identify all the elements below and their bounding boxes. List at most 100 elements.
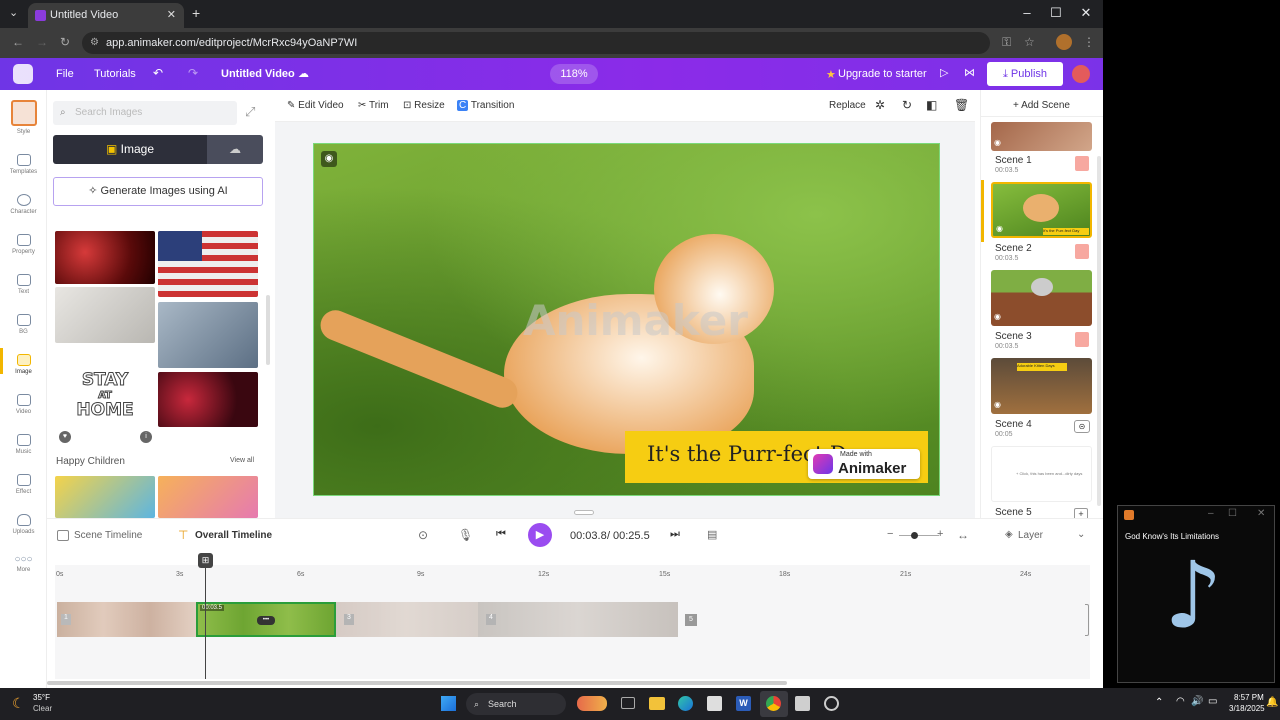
file-explorer-icon[interactable] — [649, 697, 665, 710]
notifications-icon[interactable]: 🔔 — [1266, 697, 1278, 708]
scene-timeline-tab[interactable]: Scene Timeline — [74, 530, 142, 541]
transition-button[interactable]: C Transition — [457, 100, 514, 111]
timeline-end-handle[interactable] — [1085, 604, 1089, 636]
trim-button[interactable]: ✂ Trim — [358, 100, 389, 111]
password-key-icon[interactable]: ⚿ — [1002, 35, 1011, 50]
expand-icon[interactable]: ⤢ — [245, 104, 255, 120]
media-player-icon[interactable] — [795, 696, 810, 711]
rail-item-property[interactable]: Property — [0, 234, 47, 255]
zoom-in-icon[interactable]: + — [937, 528, 943, 540]
close-tab-icon[interactable]: ✕ — [167, 3, 176, 28]
windows-start-icon[interactable] — [441, 696, 456, 711]
file-menu[interactable]: File — [56, 68, 74, 80]
browser-menu-icon[interactable]: ⋮ — [1083, 35, 1095, 49]
next-icon[interactable]: ⏭ — [670, 528, 680, 541]
url-field[interactable]: ⚙ app.animaker.com/editproject/McrRxc94y… — [82, 32, 990, 54]
animaker-logo-icon[interactable] — [13, 64, 33, 84]
rail-item-style[interactable]: Style — [0, 100, 47, 135]
mic-icon[interactable]: 🎙 — [458, 528, 473, 542]
reload-icon[interactable]: ↻ — [60, 35, 70, 49]
replace-button[interactable]: Replace — [829, 100, 866, 111]
overall-timeline-tab[interactable]: Overall Timeline — [195, 530, 272, 541]
timeline-h-scrollbar[interactable] — [47, 681, 787, 685]
volume-icon[interactable]: 🔊 — [1191, 696, 1203, 707]
chevron-down-icon[interactable]: ⌄ — [1077, 529, 1085, 540]
screenshot-icon[interactable]: ⊙ — [418, 528, 428, 542]
rail-item-bg[interactable]: BG — [0, 314, 47, 335]
scene-5-thumb[interactable]: + Click, this has been and...dirty days — [991, 446, 1092, 502]
video-canvas[interactable]: Animaker ◉ It's the Purr-fect Day Made w… — [313, 143, 940, 496]
clip-options-icon[interactable]: ••• — [257, 616, 275, 625]
image-thumb-stay-home[interactable]: STAY AT HOME — [55, 363, 155, 429]
fit-width-icon[interactable]: ↔ — [957, 528, 969, 542]
rail-item-video[interactable]: Video — [0, 394, 47, 415]
user-avatar[interactable] — [1072, 65, 1090, 83]
tab-list-icon[interactable]: ⌄ — [9, 6, 18, 19]
media-restore-icon[interactable]: ☐ — [1228, 508, 1237, 519]
previous-icon[interactable]: ⏮ — [496, 528, 506, 541]
scene-4-thumb[interactable]: Adorable Kitten Days ◉ — [991, 358, 1092, 414]
wifi-icon[interactable]: ◠ — [1176, 696, 1185, 707]
image-thumb-girl[interactable] — [158, 476, 258, 518]
view-all-link[interactable]: View all — [230, 457, 254, 464]
panel-scrollbar[interactable] — [266, 295, 270, 365]
chrome-icon[interactable] — [766, 696, 781, 711]
tutorials-menu[interactable]: Tutorials — [94, 68, 136, 80]
forward-icon[interactable]: → — [36, 35, 48, 49]
bookmark-star-icon[interactable]: ☆ — [1024, 35, 1035, 49]
battery-icon[interactable]: ▭ — [1208, 696, 1217, 707]
canvas-resize-handle[interactable] — [574, 510, 594, 515]
new-tab-icon[interactable]: + — [192, 5, 200, 21]
magic-icon[interactable]: ✲ — [875, 98, 885, 112]
scenes-scrollbar[interactable] — [1097, 156, 1101, 506]
site-info-icon[interactable]: ⚙ — [90, 32, 99, 54]
zoom-level[interactable]: 118% — [550, 64, 598, 84]
image-thumb-sanitizer[interactable] — [55, 287, 155, 343]
flip-icon[interactable]: ◧ — [926, 98, 937, 112]
search-images-input[interactable]: ⌕ Search Images — [53, 101, 237, 125]
profile-avatar[interactable] — [1056, 34, 1072, 50]
rail-item-text[interactable]: Text — [0, 274, 47, 295]
back-icon[interactable]: ← — [12, 35, 24, 49]
zoom-out-icon[interactable]: − — [887, 528, 893, 540]
delete-icon[interactable]: 🗑 — [954, 98, 969, 112]
cloud-tab-button[interactable]: ☁ — [207, 135, 263, 164]
scene-1-thumb[interactable]: ◉ — [991, 122, 1092, 151]
share-icon[interactable]: ⋈ — [964, 66, 975, 79]
scene-4-link-icon[interactable]: ⊝ — [1074, 420, 1090, 433]
media-close-icon[interactable]: ✕ — [1257, 508, 1265, 519]
snipping-tool-icon[interactable] — [707, 696, 722, 711]
minimize-icon[interactable]: – — [1017, 5, 1037, 20]
rail-item-image[interactable]: Image — [0, 348, 47, 375]
play-button[interactable]: ▶ — [528, 523, 552, 547]
rail-item-uploads[interactable]: Uploads — [0, 514, 47, 535]
edge-icon[interactable] — [678, 696, 693, 711]
maximize-icon[interactable]: ☐ — [1046, 5, 1066, 21]
rail-item-character[interactable]: Character — [0, 194, 47, 215]
timeline-clip-scene-2[interactable]: 00:03.5 ••• — [196, 602, 336, 637]
image-thumb-children[interactable] — [55, 476, 155, 518]
word-icon[interactable]: W — [736, 696, 751, 711]
timeline-clip-scene-3[interactable]: 3 — [336, 602, 478, 637]
subtitle-icon[interactable]: ▤ — [707, 528, 717, 541]
timeline-clip-scene-4[interactable]: 4 — [478, 602, 678, 637]
close-window-icon[interactable]: ✕ — [1076, 5, 1096, 21]
preview-play-icon[interactable]: ▷ — [940, 66, 948, 79]
taskbar-search[interactable]: ⌕ Search — [466, 693, 566, 715]
redo-icon[interactable]: ↷ — [188, 66, 198, 80]
scene-2-thumb[interactable]: ◉ It's the Purr-fect Day — [991, 182, 1092, 238]
favorite-heart-icon[interactable]: ♥ — [59, 431, 71, 443]
image-thumb-virus-red[interactable] — [55, 231, 155, 284]
tray-overflow-icon[interactable]: ⌃ — [1155, 697, 1163, 708]
image-tab-button[interactable]: ▣ Image — [53, 135, 207, 164]
playhead-handle[interactable]: ⊞ — [198, 553, 213, 568]
upgrade-link[interactable]: Upgrade to starter — [838, 68, 927, 80]
resize-button[interactable]: ⊡ Resize — [403, 100, 445, 111]
info-icon[interactable]: i — [140, 431, 152, 443]
add-scene-button[interactable]: + Add Scene — [991, 100, 1092, 111]
rotate-icon[interactable]: ↻ — [902, 98, 912, 112]
rail-item-templates[interactable]: Templates — [0, 154, 47, 175]
layer-dropdown[interactable]: Layer — [1018, 530, 1043, 541]
publish-button[interactable]: ⤓ Publish — [987, 62, 1063, 86]
image-thumb-masked-people[interactable] — [158, 302, 258, 368]
